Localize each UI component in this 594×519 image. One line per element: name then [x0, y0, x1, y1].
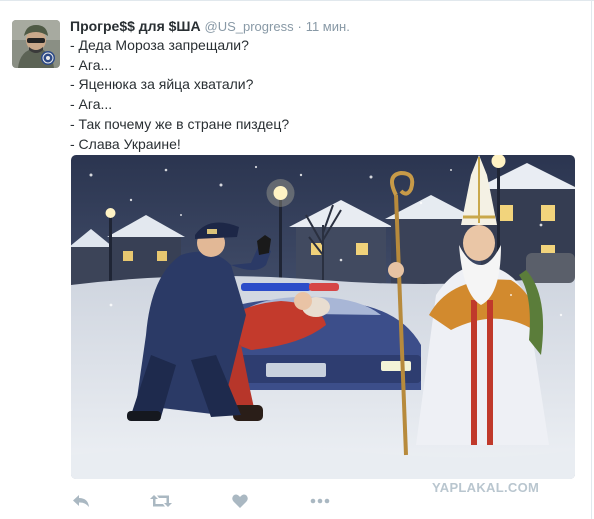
- illustration-scene: [71, 155, 575, 479]
- author-handle[interactable]: @US_progress: [205, 19, 294, 34]
- separator-dot: ·: [297, 19, 302, 34]
- avatar[interactable]: [12, 20, 60, 68]
- tweet-timestamp[interactable]: 11 мин.: [306, 19, 350, 34]
- author-name[interactable]: Прогре$$ для $ША: [70, 18, 201, 34]
- avatar-image: [12, 20, 60, 68]
- more-button[interactable]: [310, 490, 330, 512]
- tweet-header: Прогре$$ для $ША @US_progress · 11 мин.: [70, 16, 350, 37]
- reply-icon: [73, 495, 89, 507]
- top-divider: [0, 0, 594, 1]
- tweet-text: - Деда Мороза запрещали? - Ага... - Яцен…: [70, 36, 570, 154]
- right-divider: [591, 0, 592, 519]
- tweet-line: - Яценюка за яйца хватали?: [70, 76, 254, 93]
- tweet-media-image[interactable]: [71, 155, 575, 479]
- tweet-action-bar: [70, 490, 350, 512]
- tweet-line: - Так почему же в стране пиздец?: [70, 115, 290, 132]
- watermark: YAPLAKAL.COM: [432, 480, 540, 495]
- tweet-line: - Ага...: [70, 96, 113, 113]
- tweet-line: - Слава Украине!: [70, 135, 181, 152]
- like-icon: [232, 494, 248, 508]
- reply-button[interactable]: [72, 490, 90, 512]
- tweet-line: - Деда Мороза запрещали?: [70, 37, 249, 53]
- like-button[interactable]: [232, 490, 248, 512]
- tweet-line: - Ага...: [70, 56, 113, 73]
- more-icon: [310, 498, 330, 504]
- retweet-icon: [150, 495, 172, 507]
- retweet-button[interactable]: [150, 490, 172, 512]
